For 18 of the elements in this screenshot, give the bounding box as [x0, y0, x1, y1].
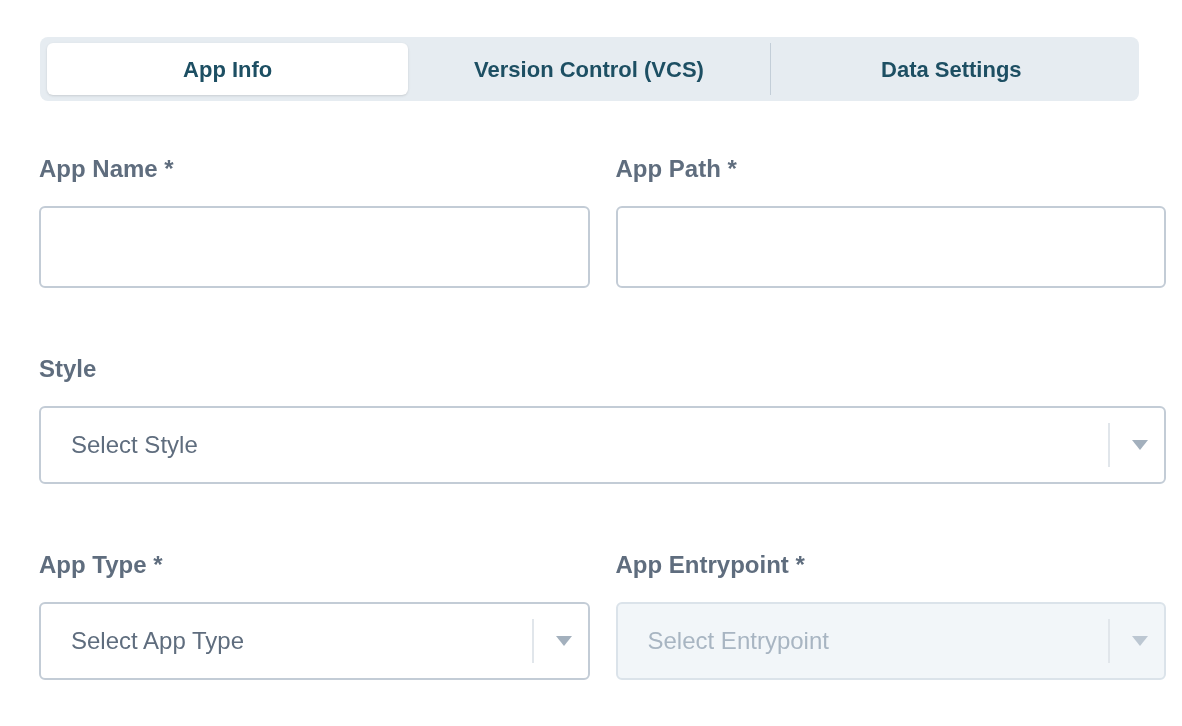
input-field[interactable]: [39, 206, 590, 288]
input-field[interactable]: [615, 206, 1166, 288]
field-label: App Entrypoint *: [615, 550, 805, 580]
select-placeholder: Select App Type: [71, 626, 245, 656]
caret-icon: [555, 636, 572, 646]
caret-icon: [1132, 440, 1148, 450]
field-label: Style: [39, 354, 97, 384]
select-placeholder: Select Entrypoint: [647, 626, 830, 656]
field-label: App Name *: [39, 154, 174, 184]
caret-icon: [1132, 636, 1148, 646]
tab[interactable]: Data Settings: [770, 43, 1132, 95]
tab[interactable]: App Info: [47, 43, 409, 95]
tab[interactable]: Version Control (VCS): [408, 43, 770, 95]
select-field[interactable]: Select Style: [39, 406, 1166, 484]
field-label: App Type *: [39, 550, 163, 580]
select-field[interactable]: Select App Type: [39, 602, 590, 680]
select-placeholder: Select Style: [71, 430, 199, 460]
field-label: App Path *: [615, 154, 737, 184]
